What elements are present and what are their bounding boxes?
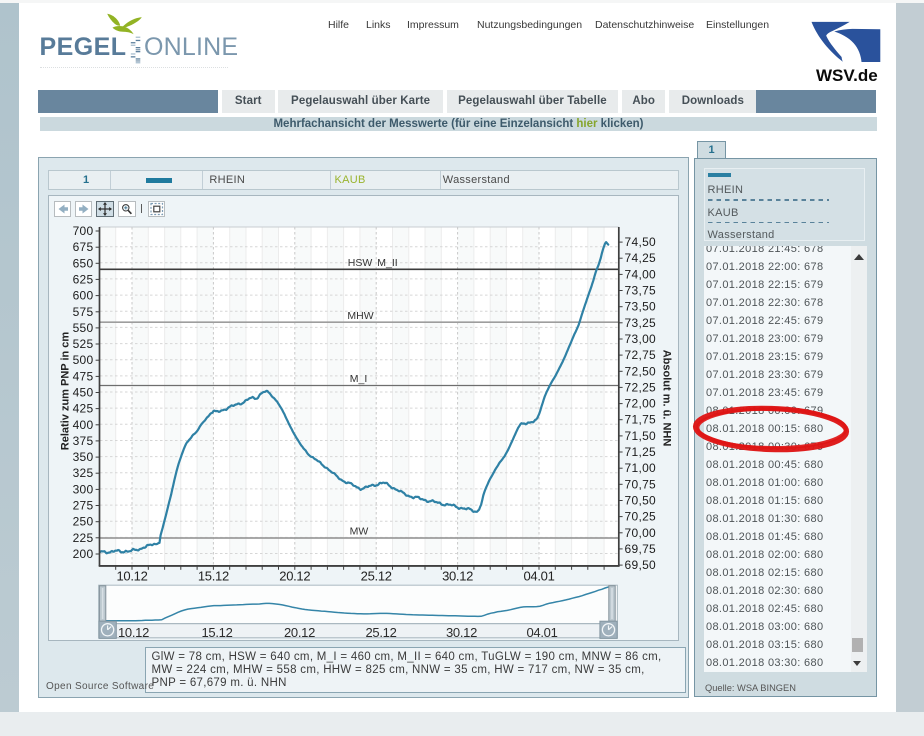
- svg-text:69,75: 69,75: [625, 542, 657, 556]
- svg-text:575: 575: [73, 305, 94, 319]
- svg-text:04.01: 04.01: [526, 625, 557, 640]
- svg-text:275: 275: [73, 499, 94, 513]
- svg-text:72,75: 72,75: [625, 348, 657, 362]
- svg-text:525: 525: [73, 337, 94, 351]
- svg-text:72,50: 72,50: [625, 364, 657, 378]
- svg-text:04.01: 04.01: [523, 569, 554, 584]
- svg-text:20.12: 20.12: [279, 569, 310, 584]
- svg-text:10.12: 10.12: [118, 625, 149, 640]
- svg-text:325: 325: [73, 466, 94, 480]
- svg-text:650: 650: [73, 256, 94, 270]
- svg-text:73,00: 73,00: [625, 332, 657, 346]
- svg-text:74,00: 74,00: [625, 267, 657, 281]
- svg-text:225: 225: [73, 531, 94, 545]
- svg-text:WSV.de: WSV.de: [816, 66, 878, 84]
- svg-text:625: 625: [73, 272, 94, 286]
- svg-text:20.12: 20.12: [284, 625, 315, 640]
- svg-text:ONLINE: ONLINE: [144, 33, 238, 61]
- svg-text:675: 675: [73, 240, 94, 254]
- svg-text:400: 400: [73, 418, 94, 432]
- svg-text:74,25: 74,25: [625, 251, 657, 265]
- svg-text:375: 375: [73, 434, 94, 448]
- svg-text:70,25: 70,25: [625, 510, 657, 524]
- svg-text:30.12: 30.12: [446, 625, 477, 640]
- svg-text:M_II: M_II: [377, 257, 397, 269]
- svg-text:30.12: 30.12: [442, 569, 473, 584]
- svg-text:Relativ zum PNP in cm: Relativ zum PNP in cm: [60, 332, 72, 451]
- svg-text:475: 475: [73, 369, 94, 383]
- svg-text:70,75: 70,75: [625, 477, 657, 491]
- svg-text:550: 550: [73, 321, 94, 335]
- svg-text:15.12: 15.12: [198, 569, 229, 584]
- svg-text:73,50: 73,50: [625, 300, 657, 314]
- svg-text:700: 700: [73, 224, 94, 238]
- svg-text:70,50: 70,50: [625, 494, 657, 508]
- svg-text:500: 500: [73, 353, 94, 367]
- svg-text:600: 600: [73, 289, 94, 303]
- svg-text:425: 425: [73, 402, 94, 416]
- svg-text:74,50: 74,50: [625, 235, 657, 249]
- svg-text:450: 450: [73, 386, 94, 400]
- svg-text:M_I: M_I: [350, 373, 368, 385]
- svg-text:15.12: 15.12: [201, 625, 232, 640]
- svg-text:200: 200: [73, 547, 94, 561]
- svg-text:73,75: 73,75: [625, 284, 657, 298]
- svg-text:MHW: MHW: [347, 310, 373, 322]
- svg-text:25.12: 25.12: [361, 569, 392, 584]
- svg-text:HSW: HSW: [348, 257, 373, 269]
- svg-text:PEGEL: PEGEL: [40, 33, 127, 61]
- svg-text:350: 350: [73, 450, 94, 464]
- svg-text:300: 300: [73, 482, 94, 496]
- svg-text:10.12: 10.12: [116, 569, 147, 584]
- svg-text:70,00: 70,00: [625, 526, 657, 540]
- svg-text:MW: MW: [350, 525, 369, 537]
- svg-text:250: 250: [73, 515, 94, 529]
- svg-text:69,50: 69,50: [625, 558, 657, 572]
- svg-text:25.12: 25.12: [365, 625, 396, 640]
- svg-text:73,25: 73,25: [625, 316, 657, 330]
